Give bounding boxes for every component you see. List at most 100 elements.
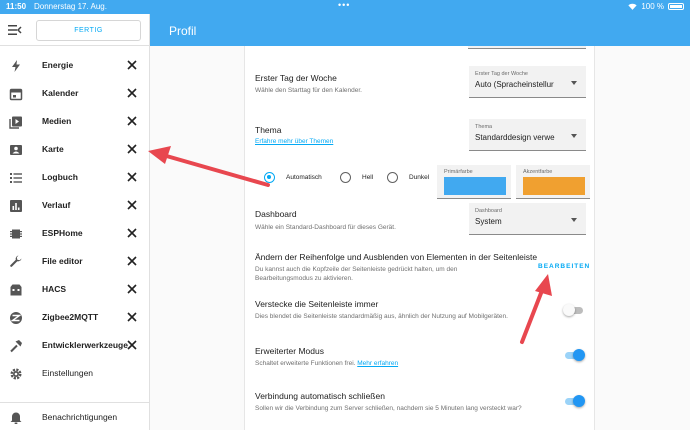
- accent-color-label: Akzentfarbe: [523, 169, 553, 175]
- primary-color-swatch: [444, 177, 506, 195]
- remove-icon[interactable]: [126, 227, 138, 239]
- sidebar-item-karte[interactable]: Karte: [0, 136, 150, 164]
- remove-icon[interactable]: [126, 255, 138, 267]
- hide-sidebar-description: Dies blendet die Seitenleiste standardmä…: [255, 313, 508, 320]
- sidebar-item-label: HACS: [42, 284, 67, 294]
- sidebar-item-label: Medien: [42, 116, 72, 126]
- remove-icon[interactable]: [126, 199, 138, 211]
- learn-more-link[interactable]: Mehr erfahren: [357, 360, 398, 367]
- remove-icon[interactable]: [126, 283, 138, 295]
- sidebar-item-energie[interactable]: Energie: [0, 52, 150, 80]
- theme-field-label: Thema: [475, 124, 493, 130]
- sidebar-order-description-2: Bearbeitungsmodus zu aktivieren.: [255, 275, 353, 282]
- dashboard-select[interactable]: Dashboard System: [469, 203, 586, 235]
- calendar-icon: [9, 88, 23, 101]
- remove-icon[interactable]: [126, 311, 138, 323]
- first-day-value: Auto (Spracheinstellur: [475, 80, 554, 89]
- toggle-knob: [573, 349, 585, 361]
- theme-select[interactable]: Thema Standarddesign verwe: [469, 119, 586, 151]
- remove-icon[interactable]: [126, 87, 138, 99]
- sidebar-item-file-editor[interactable]: File editor: [0, 248, 150, 276]
- primary-color-picker[interactable]: Primärfarbe: [437, 165, 511, 199]
- theme-title: Thema: [255, 125, 282, 135]
- sidebar-item-hacs[interactable]: HACS: [0, 276, 150, 304]
- sidebar-header[interactable]: FERTIG: [0, 14, 149, 46]
- remove-icon[interactable]: [126, 339, 138, 351]
- menu-open-icon[interactable]: [8, 24, 22, 36]
- accent-color-picker[interactable]: Akzentfarbe: [516, 165, 590, 199]
- toggle-knob: [563, 304, 575, 316]
- first-day-select[interactable]: Erster Tag der Woche Auto (Spracheinstel…: [469, 66, 586, 98]
- sidebar-item-medien[interactable]: Medien: [0, 108, 150, 136]
- theme-value: Standarddesign verwe: [475, 133, 555, 142]
- sidebar-item-label: Karte: [42, 144, 64, 154]
- status-time: 11:50: [6, 2, 27, 11]
- chart-icon: [10, 200, 22, 212]
- mode-radio-dark[interactable]: [387, 172, 398, 183]
- advanced-mode-title: Erweiterter Modus: [255, 346, 324, 356]
- first-day-description: Wähle den Starttag für den Kalender.: [255, 87, 362, 94]
- status-bar: 11:50 Donnerstag 17. Aug. ••• 100 %: [0, 0, 690, 14]
- advanced-mode-toggle[interactable]: [563, 349, 585, 361]
- sidebar-item-einstellungen[interactable]: Einstellungen: [0, 360, 150, 388]
- remove-icon[interactable]: [126, 59, 138, 71]
- sidebar-item-verlauf[interactable]: Verlauf: [0, 192, 150, 220]
- bell-icon: [10, 412, 22, 424]
- wifi-icon: [628, 3, 637, 10]
- sidebar-order-title: Ändern der Reihenfolge und Ausblenden vo…: [255, 252, 538, 262]
- sidebar-item-entwicklerwerkzeuge[interactable]: Entwicklerwerkzeuge: [0, 332, 150, 360]
- auto-close-title: Verbindung automatisch schließen: [255, 391, 385, 401]
- primary-color-label: Primärfarbe: [444, 169, 473, 175]
- sidebar-item-label: File editor: [42, 256, 83, 266]
- dropdown-arrow-icon: [571, 81, 577, 85]
- first-day-field-label: Erster Tag der Woche: [475, 71, 528, 77]
- gear-icon: [10, 368, 22, 380]
- status-date: Donnerstag 17. Aug.: [34, 2, 107, 11]
- hammer-icon: [10, 340, 22, 353]
- sidebar-item-esphome[interactable]: ESPHome: [0, 220, 150, 248]
- mode-label-dark: Dunkel: [409, 174, 430, 181]
- sidebar-item-benachrichtigungen[interactable]: Benachrichtigungen: [0, 404, 150, 430]
- mode-radio-auto[interactable]: [264, 172, 275, 183]
- sidebar-item-label: Entwicklerwerkzeuge: [42, 340, 128, 350]
- sidebar-item-label: Zigbee2MQTT: [42, 312, 99, 322]
- hide-sidebar-title: Verstecke die Seitenleiste immer: [255, 299, 379, 309]
- sidebar-item-kalender[interactable]: Kalender: [0, 80, 150, 108]
- previous-field-edge: [468, 46, 586, 49]
- mode-label-light: Hell: [362, 174, 374, 181]
- sidebar-item-zigbee2mqtt[interactable]: Zigbee2MQTT: [0, 304, 150, 332]
- wrench-icon: [10, 255, 22, 267]
- sidebar-item-label: Benachrichtigungen: [42, 412, 118, 422]
- sidebar-divider: [0, 402, 150, 403]
- auto-close-description: Sollen wir die Verbindung zum Server sch…: [255, 405, 522, 412]
- remove-icon[interactable]: [126, 171, 138, 183]
- remove-icon[interactable]: [126, 115, 138, 127]
- auto-close-toggle[interactable]: [563, 395, 585, 407]
- done-button[interactable]: FERTIG: [36, 20, 141, 41]
- hide-sidebar-toggle[interactable]: [563, 304, 585, 316]
- sidebar: FERTIG Energie Kalender Medien Karte Log…: [0, 14, 150, 430]
- page-title: Profil: [169, 24, 197, 38]
- map-icon: [10, 145, 22, 155]
- sidebar-item-label: Einstellungen: [42, 368, 94, 378]
- edit-sidebar-button[interactable]: BEARBEITEN: [538, 263, 590, 270]
- dropdown-arrow-icon: [571, 218, 577, 222]
- theme-learn-more-link[interactable]: Erfahre mehr über Themen: [255, 138, 333, 145]
- app-header: Profil: [150, 14, 690, 46]
- mode-radio-light[interactable]: [340, 172, 351, 183]
- sidebar-item-label: Kalender: [42, 88, 79, 98]
- hacs-icon: [10, 284, 22, 296]
- multitask-dots-icon[interactable]: •••: [338, 0, 350, 10]
- status-right: 100 %: [628, 2, 684, 11]
- sidebar-item-logbuch[interactable]: Logbuch: [0, 164, 150, 192]
- battery-percent: 100 %: [641, 2, 664, 11]
- accent-color-swatch: [523, 177, 585, 195]
- advanced-mode-description: Schaltet erweiterte Funktionen frei. Meh…: [255, 360, 398, 367]
- media-icon: [9, 116, 22, 129]
- zigbee-icon: [10, 312, 22, 324]
- esphome-icon: [10, 229, 22, 239]
- battery-icon: [668, 3, 684, 10]
- sidebar-item-label: ESPHome: [42, 228, 83, 238]
- remove-icon[interactable]: [126, 143, 138, 155]
- first-day-title: Erster Tag der Woche: [255, 73, 337, 83]
